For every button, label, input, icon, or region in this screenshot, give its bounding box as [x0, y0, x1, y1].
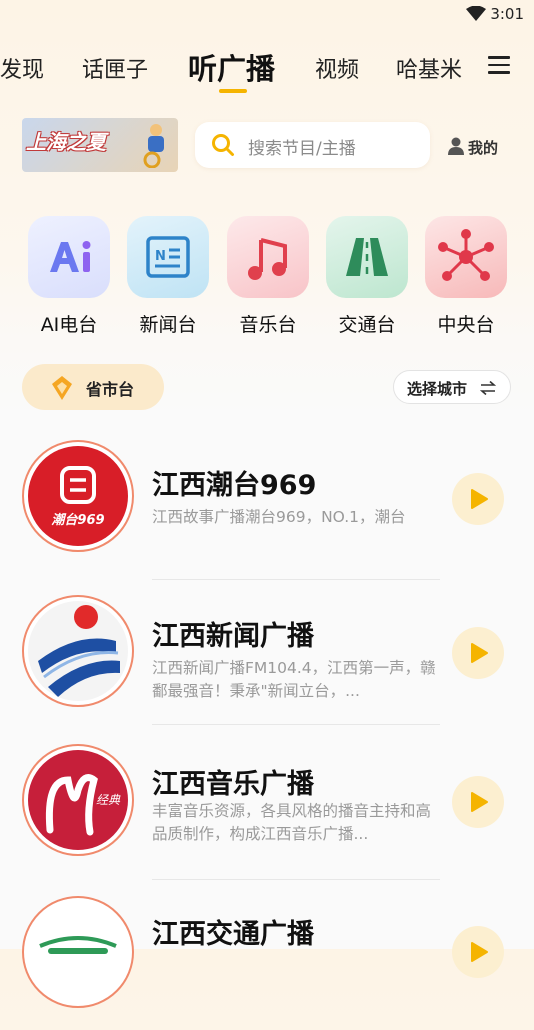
traffic-radio-logo-icon: [39, 936, 117, 954]
station-logo: [22, 595, 134, 707]
station-row[interactable]: 江西交通广播: [0, 880, 534, 1030]
category-label: 音乐台: [239, 314, 297, 336]
category-label: 中央台: [437, 314, 495, 336]
category-label: 新闻台: [139, 314, 197, 336]
select-city-label: 选择城市: [407, 380, 468, 398]
news-icon: N: [127, 216, 209, 298]
logo-text: 经典: [96, 793, 121, 807]
profile-label: 我的: [468, 139, 499, 157]
search-placeholder: 搜索节目/主播: [248, 139, 356, 159]
music-radio-logo-icon: 经典: [45, 774, 121, 836]
play-icon: [471, 942, 488, 962]
category-label: 交通台: [338, 314, 396, 336]
play-button[interactable]: [452, 776, 504, 828]
logo-text: 潮台969: [51, 512, 104, 528]
category-label: AI电台: [40, 314, 98, 336]
play-button[interactable]: [452, 926, 504, 978]
province-station-tab[interactable]: 省市台: [22, 364, 164, 410]
search-icon: [212, 134, 234, 156]
top-tabs: 发现 话匣子 听广播 视频 哈基米: [0, 44, 534, 94]
station-logo: 经典: [22, 744, 134, 856]
station-row[interactable]: 经典 江西音乐广播 丰富音乐资源，各具风格的播音主持和高品质制作，构成江西音乐广…: [0, 730, 534, 880]
wifi-icon: [466, 6, 486, 21]
music-note-icon: [227, 216, 309, 298]
select-city-button[interactable]: 选择城市: [393, 370, 511, 404]
category-central[interactable]: 中央台: [425, 216, 507, 337]
category-music[interactable]: 音乐台: [227, 216, 309, 337]
status-bar: 3:01: [0, 0, 534, 28]
province-icon: [52, 376, 72, 400]
ai-icon: [28, 216, 110, 298]
play-icon: [471, 792, 488, 812]
category-traffic[interactable]: 交通台: [326, 216, 408, 337]
station-desc: 丰富音乐资源，各具风格的播音主持和高品质制作，构成江西音乐广播...: [152, 802, 432, 843]
province-label: 省市台: [86, 380, 135, 399]
network-icon: [425, 216, 507, 298]
tab-video[interactable]: 视频: [315, 52, 359, 84]
tab-discover[interactable]: 发现: [0, 52, 44, 84]
station-logo: [22, 896, 134, 1008]
station-row[interactable]: 江西新闻广播 江西新闻广播FM104.4，江西第一声，赣鄱最强音！秉承"新闻立台…: [0, 575, 534, 725]
station-desc: 江西新闻广播FM104.4，江西第一声，赣鄱最强音！秉承"新闻立台，...: [152, 659, 436, 700]
station-name: 江西音乐广播: [152, 769, 314, 800]
station-row[interactable]: 潮台969 江西潮台969 江西故事广播潮台969，NO.1，潮台: [0, 430, 534, 580]
cyclist-illustration-icon: [143, 124, 164, 168]
station-logo: 潮台969: [22, 440, 134, 552]
play-button[interactable]: [452, 627, 504, 679]
station-desc: [152, 950, 437, 973]
station-name: 江西新闻广播: [152, 621, 314, 652]
tab-radio[interactable]: 听广播: [188, 46, 275, 88]
tab-hajimi[interactable]: 哈基米: [396, 52, 462, 84]
play-button[interactable]: [452, 473, 504, 525]
banner-text: 上海之夏: [26, 130, 106, 154]
station-name: 江西潮台969: [152, 470, 317, 501]
active-tab-indicator: [219, 89, 247, 93]
play-icon: [471, 643, 488, 663]
menu-icon[interactable]: [488, 56, 510, 74]
status-time: 3:01: [490, 5, 524, 23]
svg-text:N: N: [155, 249, 166, 264]
tab-huaxiazi[interactable]: 话匣子: [82, 52, 148, 84]
promo-banner[interactable]: 上海之夏: [22, 118, 178, 172]
user-icon: [448, 137, 464, 155]
station-desc: 江西故事广播潮台969，NO.1，潮台: [152, 508, 406, 526]
category-news[interactable]: N 新闻台: [127, 216, 209, 337]
chaotai-logo-icon: 潮台969: [51, 466, 105, 528]
play-icon: [471, 489, 488, 509]
news-radio-logo-icon: [38, 605, 120, 697]
station-name: 江西交通广播: [152, 919, 314, 950]
divider: [152, 724, 440, 725]
swap-icon: [480, 381, 496, 395]
road-icon: [326, 216, 408, 298]
search-box[interactable]: 搜索节目/主播: [195, 122, 430, 168]
category-ai[interactable]: AI电台: [28, 216, 110, 337]
